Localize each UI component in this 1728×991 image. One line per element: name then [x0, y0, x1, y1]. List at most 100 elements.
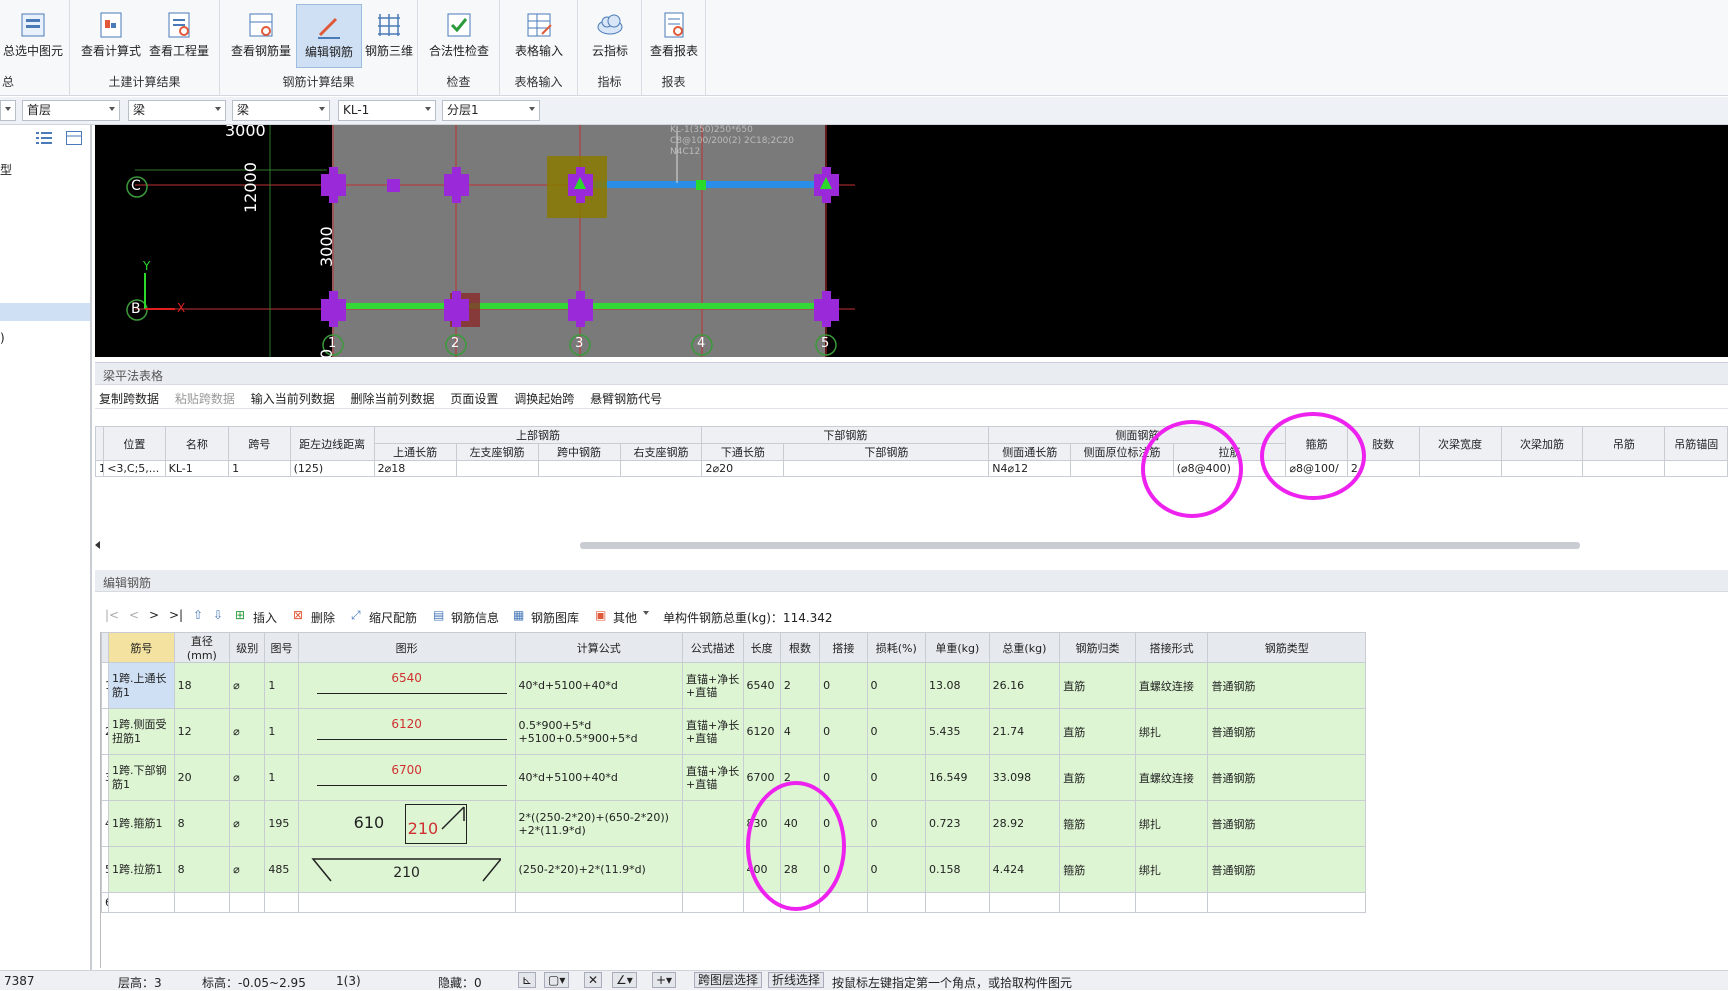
cell-desc[interactable] [681, 846, 744, 893]
tree-item-partial[interactable]: ) [0, 331, 5, 345]
scale-rebar-button[interactable]: 缩尺配筋 [369, 609, 417, 626]
cell-desc[interactable]: 直锚+净长+直锚 [681, 754, 744, 801]
cell-name[interactable]: 1跨.拉筋1 [108, 846, 175, 893]
view-quantity-button[interactable]: 查看工程量 [146, 4, 212, 68]
cell-type[interactable]: 普通钢筋 [1207, 708, 1366, 755]
next-record-icon[interactable]: > [149, 608, 159, 622]
cell-grade[interactable]: ⌀ [229, 708, 266, 755]
cell-right-support[interactable] [619, 460, 703, 477]
cell-lap[interactable]: 0 [819, 662, 868, 709]
table-input-button[interactable]: 表格输入 [506, 4, 572, 68]
cell-fig[interactable]: 1 [264, 754, 299, 801]
cell-cat[interactable]: 直筋 [1059, 754, 1136, 801]
cell-type[interactable]: 普通钢筋 [1207, 662, 1366, 709]
card-view-icon[interactable] [66, 131, 82, 148]
table-row[interactable]: 51跨.拉筋18⌀485210(250-2*20)+2*(11.9*d)4002… [100, 846, 1366, 893]
cantilever-code-button[interactable]: 悬臂钢筋代号 [590, 390, 662, 407]
swap-start-span-button[interactable]: 调换起始跨 [514, 390, 574, 407]
cell-cat[interactable]: 直筋 [1059, 708, 1136, 755]
cell-lapform[interactable] [1134, 892, 1209, 913]
cell-fig[interactable]: 1 [264, 708, 299, 755]
table-row[interactable]: 21跨.侧面受扭筋112⌀1 6120 0.5*900+5*d +5100+0.5*… [100, 708, 1366, 755]
select-all-button[interactable]: 总选中图元 [0, 4, 66, 68]
cell-type[interactable] [1207, 892, 1366, 913]
cell-len[interactable]: 6540 [742, 662, 781, 709]
table-row[interactable]: 6 [100, 892, 1366, 913]
list-view-icon[interactable] [36, 131, 52, 148]
cell-unit[interactable]: 13.08 [925, 662, 990, 709]
table-row[interactable]: 1 <3,C;5,... KL-1 1 (125) 2⌀18 2⌀20 N4⌀1… [94, 460, 1728, 477]
cell-total[interactable]: 33.098 [988, 754, 1061, 801]
cell-type[interactable]: 普通钢筋 [1207, 846, 1366, 893]
move-down-icon[interactable]: ⇩ [213, 608, 223, 622]
cross-layer-select-button[interactable]: 跨图层选择 [694, 972, 763, 988]
cell-name[interactable]: KL-1 [164, 460, 230, 477]
cell-unit[interactable]: 5.435 [925, 708, 990, 755]
cell-desc[interactable]: 直锚+净长+直锚 [681, 662, 744, 709]
tree-item-selected[interactable] [0, 303, 90, 321]
cell-position[interactable]: <3,C;5,... [103, 460, 166, 477]
cell-grade[interactable] [229, 892, 266, 913]
view-rebar-qty-button[interactable]: 查看钢筋量 [228, 4, 294, 68]
cell-lap[interactable]: 0 [819, 754, 868, 801]
cell-shape[interactable] [297, 892, 516, 913]
cell-bottom-through[interactable]: 2⌀20 [701, 460, 785, 477]
cloud-index-button[interactable]: 云指标 [578, 4, 642, 68]
cell-span[interactable]: 1 [228, 460, 291, 477]
cell-desc[interactable] [681, 800, 744, 847]
cell-grade[interactable]: ⌀ [229, 754, 266, 801]
cell-lapform[interactable]: 绑扎 [1134, 846, 1209, 893]
cell-type[interactable]: 普通钢筋 [1207, 800, 1366, 847]
other-button[interactable]: 其他 [613, 609, 637, 626]
cell-lapform[interactable]: 绑扎 [1134, 800, 1209, 847]
cell-sec-beam-bar[interactable] [1500, 460, 1584, 477]
first-record-icon[interactable]: |< [105, 608, 119, 622]
cell-desc[interactable] [681, 892, 744, 913]
cell-formula[interactable] [514, 892, 683, 913]
subtype-select[interactable]: 梁 [232, 100, 330, 121]
cell-fig[interactable]: 195 [264, 800, 299, 847]
cell-formula[interactable]: (250-2*20)+2*(11.9*d) [514, 846, 683, 893]
drawing-canvas[interactable]: C B 1 2 3 4 5 Y X 3000 12000 3000 0 KL-1… [95, 125, 1728, 357]
rebar-library-button[interactable]: 钢筋图库 [531, 609, 579, 626]
input-column-button[interactable]: 输入当前列数据 [251, 390, 335, 407]
chevron-down-icon[interactable] [643, 611, 649, 615]
horizontal-scrollbar[interactable] [580, 542, 1580, 549]
table-row[interactable]: 11跨.上通长筋118⌀1654040*d+5100+40*d直锚+净长+直锚6… [100, 662, 1366, 709]
cell-side-through[interactable]: N4⌀12 [988, 460, 1072, 477]
cell-count[interactable]: 4 [779, 708, 821, 755]
view-formula-button[interactable]: 查看计算式 [78, 4, 144, 68]
cell-len[interactable]: 6120 [742, 708, 781, 755]
cell-loss[interactable] [866, 892, 927, 913]
snap-icon[interactable]: +▾ [652, 972, 677, 988]
cell-cat[interactable]: 箍筋 [1059, 846, 1136, 893]
cell-shape[interactable]: 6540 [297, 662, 516, 709]
cell-loss[interactable]: 0 [866, 846, 927, 893]
cell-unit[interactable]: 16.549 [925, 754, 990, 801]
cell-dia[interactable]: 12 [173, 708, 231, 755]
cell-formula[interactable]: 2*((250-2*20)+(650-2*20)) +2*(11.9*d) [514, 800, 683, 847]
cell-total[interactable]: 26.16 [988, 662, 1061, 709]
cell-grade[interactable]: ⌀ [229, 662, 266, 709]
cell-dia[interactable]: 20 [173, 754, 231, 801]
delete-column-button[interactable]: 删除当前列数据 [351, 390, 435, 407]
cell-left-support[interactable] [455, 460, 539, 477]
cell-shape[interactable]: 610 210 [297, 800, 516, 847]
cell-formula[interactable]: 0.5*900+5*d +5100+0.5*900+5*d [514, 708, 683, 755]
cell-fig[interactable] [264, 892, 299, 913]
insert-button[interactable]: 插入 [253, 609, 277, 626]
cell-dia[interactable]: 8 [173, 846, 231, 893]
cell-unit[interactable] [925, 892, 990, 913]
cell-formula[interactable]: 40*d+5100+40*d [514, 754, 683, 801]
rebar-3d-button[interactable]: 钢筋三维 [364, 4, 414, 68]
cell-name[interactable]: 1跨.上通长筋1 [108, 662, 175, 709]
cell-loss[interactable]: 0 [866, 754, 927, 801]
cell-sec-beam-width[interactable] [1418, 460, 1502, 477]
cell-type[interactable]: 普通钢筋 [1207, 754, 1366, 801]
cell-mid-span[interactable] [537, 460, 621, 477]
polyline-select-button[interactable]: 折线选择 [768, 972, 825, 988]
cell-dia[interactable]: 8 [173, 800, 231, 847]
cell-shape[interactable]: 6700 [297, 754, 516, 801]
cell-shape[interactable]: 6120 [297, 708, 516, 755]
floor-select[interactable]: 首层 [22, 100, 120, 121]
